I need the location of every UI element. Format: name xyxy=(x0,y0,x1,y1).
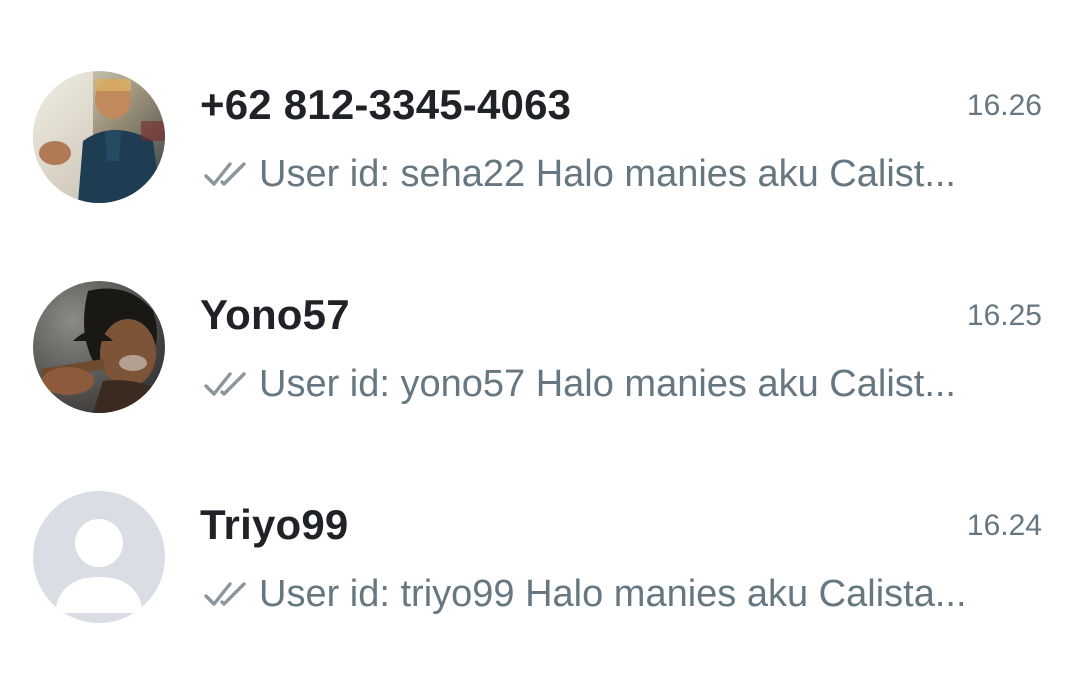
chat-name: +62 812-3345-4063 xyxy=(200,81,572,128)
default-person-icon xyxy=(33,491,165,623)
preview-text: User id: triyo99 Halo manies aku Calista… xyxy=(259,572,967,615)
chat-row[interactable]: +62 812-3345-4063 16.26 User id: seha22 … xyxy=(0,33,1080,243)
double-check-icon xyxy=(204,372,246,396)
chat-time: 16.24 xyxy=(966,509,1042,542)
chat-preview: User id: seha22 Halo manies aku Calist..… xyxy=(203,150,1033,198)
chat-preview: User id: yono57 Halo manies aku Calist..… xyxy=(203,360,1033,408)
double-check-icon xyxy=(204,582,246,606)
chat-name: Triyo99 xyxy=(200,501,349,548)
chat-name: Yono57 xyxy=(200,291,350,338)
chat-row[interactable]: Yono57 16.25 User id: yono57 Halo manies… xyxy=(0,243,1080,453)
avatar-photo-icon xyxy=(33,71,165,203)
chat-preview: User id: triyo99 Halo manies aku Calista… xyxy=(203,570,1033,618)
chat-row[interactable]: Triyo99 16.24 User id: triyo99 Halo mani… xyxy=(0,453,1080,663)
chat-list: +62 812-3345-4063 16.26 User id: seha22 … xyxy=(0,0,1080,697)
avatar-photo-icon xyxy=(33,281,165,413)
preview-text: User id: seha22 Halo manies aku Calist..… xyxy=(259,152,956,195)
avatar[interactable] xyxy=(33,281,165,413)
chat-time: 16.26 xyxy=(966,89,1042,122)
avatar[interactable] xyxy=(33,71,165,203)
avatar[interactable] xyxy=(33,491,165,623)
preview-text: User id: yono57 Halo manies aku Calist..… xyxy=(259,362,956,405)
double-check-icon xyxy=(204,162,246,186)
chat-time: 16.25 xyxy=(966,299,1042,332)
